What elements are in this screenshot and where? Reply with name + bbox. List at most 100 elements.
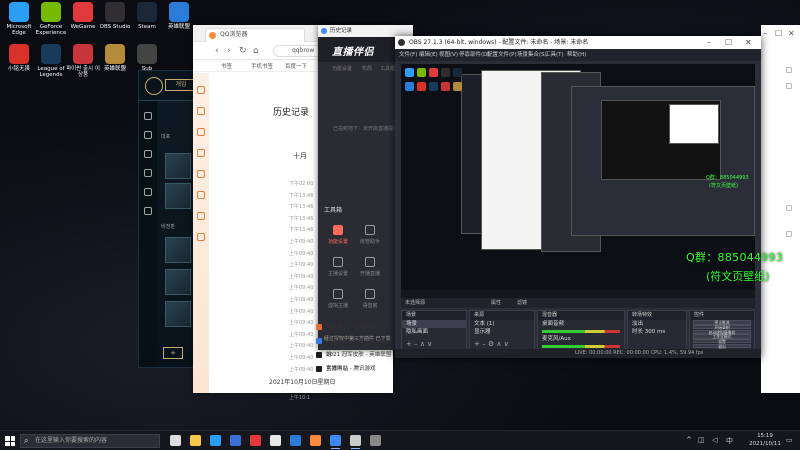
qq-icon[interactable] — [270, 435, 281, 446]
zhibo-menu-item[interactable]: 功能设置 — [332, 65, 352, 72]
star-icon[interactable] — [786, 67, 792, 73]
store-icon[interactable] — [230, 435, 241, 446]
desktop-icon[interactable]: 英雄联盟 — [162, 2, 196, 30]
duration-value[interactable]: 300 ms — [645, 329, 665, 335]
star-icon[interactable] — [197, 86, 205, 94]
browser-tab[interactable]: QQ浏览器 — [205, 28, 305, 42]
history-list-item[interactable]: 主播中心 — [316, 362, 394, 376]
tray-chevron-icon[interactable]: ^ — [686, 436, 692, 444]
league-tile[interactable] — [165, 301, 191, 327]
wegame-icon[interactable] — [250, 435, 261, 446]
game-icon[interactable] — [197, 233, 205, 241]
filters-button[interactable]: 滤镜 — [517, 298, 527, 308]
profile-icon[interactable] — [144, 169, 152, 177]
notification-icon[interactable]: ▭ — [786, 436, 793, 444]
obs-menu-item[interactable]: 场景集合(S) — [517, 49, 547, 61]
obs-menu-item[interactable]: 视图(V) — [439, 49, 458, 61]
obs-icon[interactable] — [350, 435, 361, 449]
history-list-item[interactable]: 2021 冠军皮肤 - 英雄联盟官方网站 - 腾讯游戏 — [316, 348, 394, 372]
side-tool-icon[interactable] — [786, 205, 792, 211]
mail-icon[interactable] — [197, 170, 205, 178]
zhibo-tool-button[interactable]: 功能设置 — [324, 225, 352, 245]
transition-duration[interactable]: 时长 300 ms — [628, 328, 686, 336]
desktop-icon[interactable]: 파이썬 출시 이상품 — [66, 44, 100, 79]
league-add-button[interactable]: + — [163, 347, 183, 359]
scene-item[interactable]: 场景 — [402, 320, 466, 328]
windows-start-icon[interactable] — [5, 436, 15, 446]
obs-menu-item[interactable]: 帮助(H) — [567, 49, 586, 61]
note-icon[interactable] — [197, 149, 205, 157]
minimize-icon[interactable]: – — [707, 36, 711, 49]
zhibo-icon[interactable] — [330, 435, 341, 449]
volume-icon[interactable]: ◁ — [712, 436, 717, 444]
desktop-icon[interactable]: Steam — [130, 2, 164, 30]
scene-item[interactable]: 隐私画面 — [402, 328, 466, 336]
desktop-icon[interactable]: 小铭无畏 — [2, 44, 36, 72]
obs-menu-item[interactable]: 文件(F) — [399, 49, 417, 61]
history-list-item[interactable]: 虾米盒子 - 搜狗搜索 — [316, 320, 394, 334]
app-icon[interactable] — [197, 191, 205, 199]
source-item[interactable]: 显示器 — [470, 328, 534, 336]
maximize-icon[interactable]: ☐ — [775, 29, 782, 38]
bookmark-item[interactable]: 书签 — [221, 62, 232, 70]
home-icon[interactable]: ⌂ — [253, 46, 259, 56]
league-tile[interactable] — [165, 269, 191, 295]
desktop-icon[interactable]: WeGame — [66, 2, 100, 30]
forward-icon[interactable]: › — [227, 46, 231, 56]
menu-icon[interactable] — [786, 83, 792, 89]
desktop-icon[interactable]: Sub — [130, 44, 164, 72]
obs-menu-item[interactable]: 编辑(E) — [419, 49, 438, 61]
edge-icon[interactable] — [210, 435, 221, 446]
side-tool-icon[interactable] — [786, 231, 792, 237]
lol-icon[interactable] — [290, 435, 301, 446]
league-tile[interactable] — [165, 237, 191, 263]
obs-control-button[interactable]: 退出 — [693, 343, 751, 348]
audio-meter[interactable] — [542, 330, 620, 333]
source-item[interactable]: 文本 (1) — [470, 320, 534, 328]
minimize-icon[interactable]: – — [763, 29, 767, 38]
settings-icon[interactable] — [144, 207, 152, 215]
sources-footer[interactable]: + – ⚙ ∧ ∨ — [470, 340, 534, 349]
properties-button[interactable]: 属性 — [491, 298, 501, 308]
history-icon[interactable] — [197, 107, 205, 115]
zhibo-menu-item[interactable]: 布局 — [362, 65, 372, 72]
obs-menu-item[interactable]: 工具(T) — [545, 49, 564, 61]
desktop-icon[interactable]: 英雄联盟 — [98, 44, 132, 72]
home-icon[interactable] — [144, 131, 152, 139]
taskbar-clock[interactable]: 15:19 2021/10/11 — [748, 433, 782, 448]
task-view-icon[interactable] — [170, 435, 181, 446]
taskbar-search[interactable]: ⌕ 在这里输入你要搜索的内容 — [20, 434, 160, 448]
close-icon[interactable]: ✕ — [788, 29, 795, 38]
tool-icon[interactable] — [197, 212, 205, 220]
refresh-icon[interactable]: ↻ — [239, 46, 247, 56]
ime-icon[interactable]: 中 — [726, 436, 733, 446]
back-icon[interactable]: ‹ — [215, 46, 219, 56]
collection-icon[interactable] — [144, 150, 152, 158]
zhibo-tool-button[interactable]: 房管助手 — [356, 225, 384, 245]
desktop-icon[interactable]: GeForce Experience — [34, 2, 68, 37]
zhibo-tool-button[interactable]: 主播设置 — [324, 257, 352, 277]
league-tile[interactable] — [165, 153, 191, 179]
bookmark-item[interactable]: 百度一下 — [285, 62, 307, 70]
orange-app-icon[interactable] — [310, 435, 321, 446]
maximize-icon[interactable]: ☐ — [725, 36, 732, 49]
zhibo-tool-button[interactable]: 语音房 — [356, 289, 384, 309]
close-icon[interactable]: ✕ — [745, 36, 752, 49]
grid-icon[interactable] — [144, 112, 152, 120]
file-explorer-icon[interactable] — [190, 435, 201, 446]
obs-window[interactable]: OBS 27.1.3 (64-bit, windows) - 配置文件: 未命名… — [395, 36, 761, 358]
zhibo-tool-button[interactable]: 虚拟主播 — [324, 289, 352, 309]
bookmark-item[interactable]: 手机书签 — [251, 62, 273, 70]
desktop-icon[interactable]: OBS Studio — [98, 2, 132, 30]
obs-menu-item[interactable]: 配置文件(P) — [487, 49, 517, 61]
desktop-icon[interactable]: Microsoft Edge — [2, 2, 36, 37]
obs-menu-item[interactable]: 停靠部件(D) — [459, 49, 490, 61]
network-icon[interactable]: ◫ — [698, 436, 705, 444]
store-icon[interactable] — [144, 188, 152, 196]
league-client-window[interactable]: 개임 대포 비전판 + — [138, 70, 200, 368]
transition-type[interactable]: 淡出 — [628, 320, 686, 328]
league-tile[interactable] — [165, 183, 191, 209]
audio-meter[interactable] — [542, 345, 620, 348]
desktop-icon[interactable]: League of Legends — [34, 44, 68, 79]
zhibo-tool-button[interactable]: 开播直播 — [356, 257, 384, 277]
